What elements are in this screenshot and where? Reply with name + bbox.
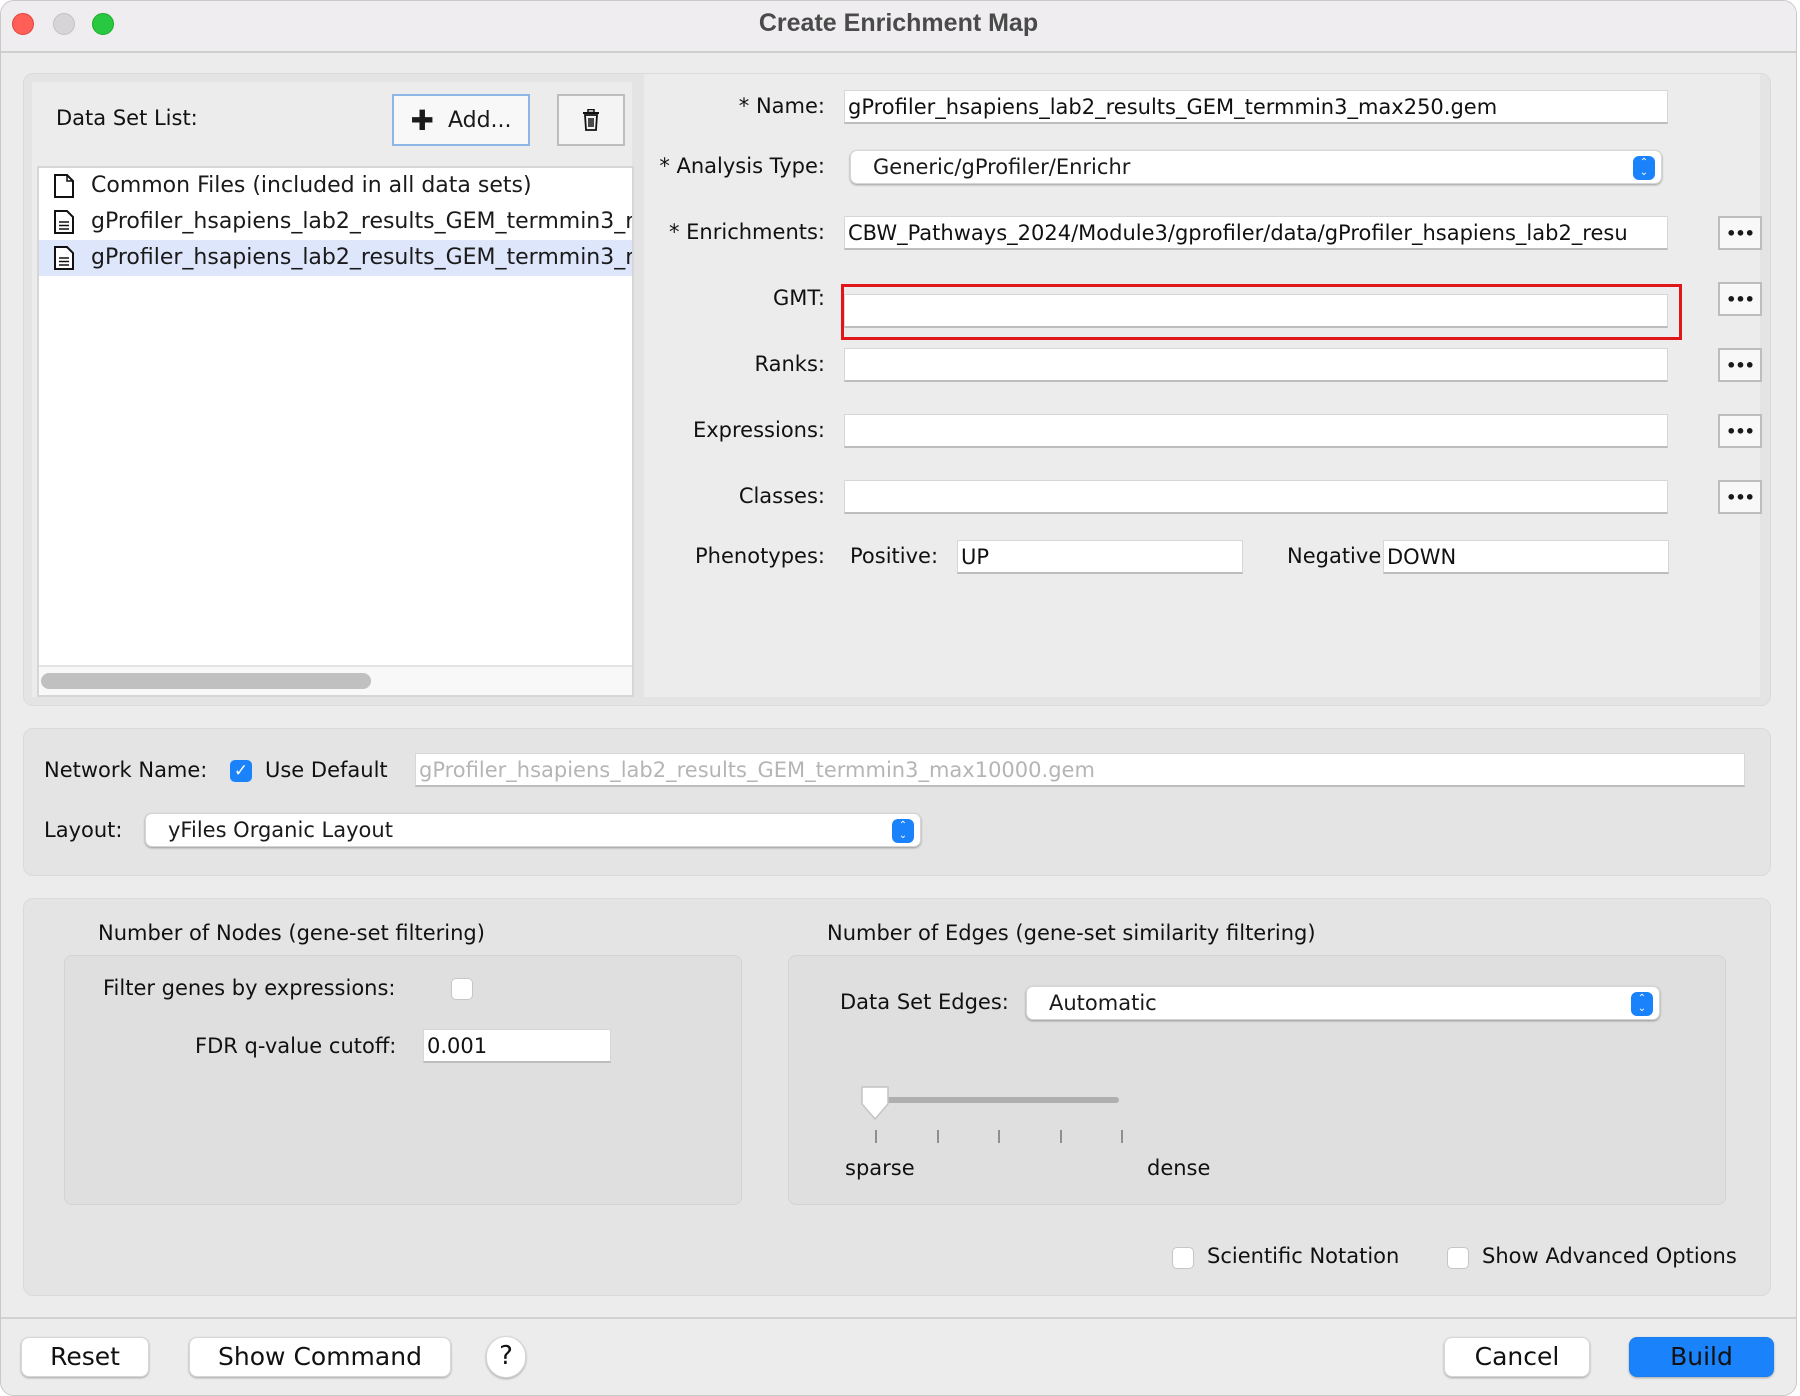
ellipsis-icon: ••• [1726,223,1755,243]
slider-tick [875,1130,877,1143]
ellipsis-icon: ••• [1726,355,1755,375]
list-item-label: Common Files (included in all data sets) [91,173,532,198]
dataset-form-panel: * Name: gProfiler_hsapiens_lab2_results_… [644,74,1762,697]
enrichments-input[interactable]: CBW_Pathways_2024/Module3/gprofiler/data… [844,216,1668,250]
name-input[interactable]: gProfiler_hsapiens_lab2_results_GEM_term… [844,90,1668,124]
gmt-browse-button[interactable]: ••• [1718,282,1762,316]
dataset-edges-value: Automatic [1049,991,1157,1015]
chevron-updown-icon: ⌃ ⌄ [1631,992,1653,1016]
layout-select[interactable]: yFiles Organic Layout ⌃ ⌄ [145,813,921,847]
chevron-updown-icon: ⌃ ⌄ [1633,156,1655,180]
fdr-cutoff-input[interactable]: 0.001 [423,1029,611,1063]
nodes-title: Number of Nodes (gene-set filtering) [98,921,485,945]
scientific-notation-label: Scientific Notation [1207,1244,1400,1268]
reset-button[interactable]: Reset [21,1337,149,1377]
fdr-cutoff-label: FDR q-value cutoff: [195,1034,397,1058]
classes-label: Classes: [738,484,825,508]
negative-phenotype-input[interactable]: DOWN [1383,540,1669,574]
expressions-input[interactable] [844,414,1668,448]
filter-expressions-checkbox[interactable] [451,978,473,1000]
dataset-section: Data Set List: ✚ Add... Common Files (in… [23,73,1771,706]
analysis-type-select[interactable]: Generic/gProfiler/Enrichr ⌃ ⌄ [850,150,1662,184]
plus-icon: ✚ [410,103,434,137]
slider-track [873,1097,1119,1103]
dataset-edges-label: Data Set Edges: [840,990,1009,1014]
dataset-edges-select[interactable]: Automatic ⌃ ⌄ [1026,986,1660,1020]
network-name-input: gProfiler_hsapiens_lab2_results_GEM_term… [415,753,1745,787]
dataset-list-panel: Data Set List: ✚ Add... Common Files (in… [32,82,634,697]
layout-value: yFiles Organic Layout [168,818,393,842]
edges-panel: Data Set Edges: Automatic ⌃ ⌄ sparse dens… [788,955,1726,1205]
chevron-updown-icon: ⌃ ⌄ [892,819,914,843]
phenotypes-label: Phenotypes: [695,544,825,568]
enrichments-label: * Enrichments: [668,220,825,244]
gmt-input[interactable] [844,294,1668,328]
slider-tick [998,1130,1000,1143]
ellipsis-icon: ••• [1726,487,1755,507]
slider-tick [1059,1130,1062,1143]
help-button[interactable]: ? [486,1336,526,1378]
delete-dataset-button[interactable] [557,94,625,146]
show-advanced-label: Show Advanced Options [1482,1244,1737,1268]
show-advanced-checkbox[interactable] [1447,1247,1469,1269]
ranks-browse-button[interactable]: ••• [1718,348,1762,382]
layout-label: Layout: [44,818,123,842]
nodes-panel: Filter genes by expressions: FDR q-value… [64,955,742,1205]
use-default-checkbox[interactable]: ✓ [230,760,252,782]
ranks-label: Ranks: [754,352,826,376]
slider-thumb[interactable] [859,1086,891,1122]
expressions-label: Expressions: [692,418,825,442]
text-file-icon [54,246,74,270]
network-section: Network Name: ✓ Use Default gProfiler_hs… [23,728,1771,876]
cancel-button[interactable]: Cancel [1444,1337,1590,1377]
create-enrichment-map-dialog: Create Enrichment Map Data Set List: ✚ A… [0,0,1797,1396]
enrichments-browse-button[interactable]: ••• [1718,216,1762,250]
network-name-label: Network Name: [44,758,208,782]
list-item-label: gProfiler_hsapiens_lab2_results_GEM_term… [91,209,632,234]
slider-tick [936,1130,939,1143]
show-command-button[interactable]: Show Command [189,1337,451,1377]
name-label: * Name: [738,94,825,118]
title-bar: Create Enrichment Map [1,1,1796,53]
analysis-type-value: Generic/gProfiler/Enrichr [873,155,1131,179]
list-item-label: gProfiler_hsapiens_lab2_results_GEM_term… [91,245,632,270]
ellipsis-icon: ••• [1726,421,1755,441]
blank-file-icon [54,174,74,198]
scientific-notation-checkbox[interactable] [1172,1247,1194,1269]
build-button[interactable]: Build [1629,1337,1774,1377]
ranks-input[interactable] [844,348,1668,382]
edge-density-slider[interactable] [859,1086,1179,1156]
text-file-icon [54,210,74,234]
slider-min-label: sparse [845,1156,915,1180]
add-dataset-button[interactable]: ✚ Add... [392,94,530,146]
dataset-list[interactable]: Common Files (included in all data sets)… [37,166,634,697]
slider-max-label: dense [1147,1156,1211,1180]
use-default-label: Use Default [265,758,388,782]
add-button-label: Add... [447,107,512,133]
list-item-selected[interactable]: gProfiler_hsapiens_lab2_results_GEM_term… [39,240,632,276]
horizontal-scrollbar-track [39,665,632,695]
expressions-browse-button[interactable]: ••• [1718,414,1762,448]
slider-tick [1121,1130,1123,1143]
ellipsis-icon: ••• [1726,289,1755,309]
footer-divider [1,1317,1796,1319]
analysis-type-label: * Analysis Type: [659,154,825,178]
classes-browse-button[interactable]: ••• [1718,480,1762,514]
list-item[interactable]: gProfiler_hsapiens_lab2_results_GEM_term… [39,204,632,240]
gmt-label: GMT: [773,286,825,310]
negative-label: Negative: [1287,544,1389,568]
dataset-list-label: Data Set List: [56,106,198,130]
window-title: Create Enrichment Map [758,9,1039,37]
positive-label: Positive: [850,544,939,568]
positive-phenotype-input[interactable]: UP [957,540,1243,574]
filter-section: Number of Nodes (gene-set filtering) Fil… [23,898,1771,1296]
trash-icon [583,109,599,131]
edges-title: Number of Edges (gene-set similarity fil… [827,921,1316,945]
classes-input[interactable] [844,480,1668,514]
horizontal-scrollbar-thumb[interactable] [41,673,371,689]
list-item[interactable]: Common Files (included in all data sets) [39,168,632,204]
filter-expressions-label: Filter genes by expressions: [103,976,396,1000]
